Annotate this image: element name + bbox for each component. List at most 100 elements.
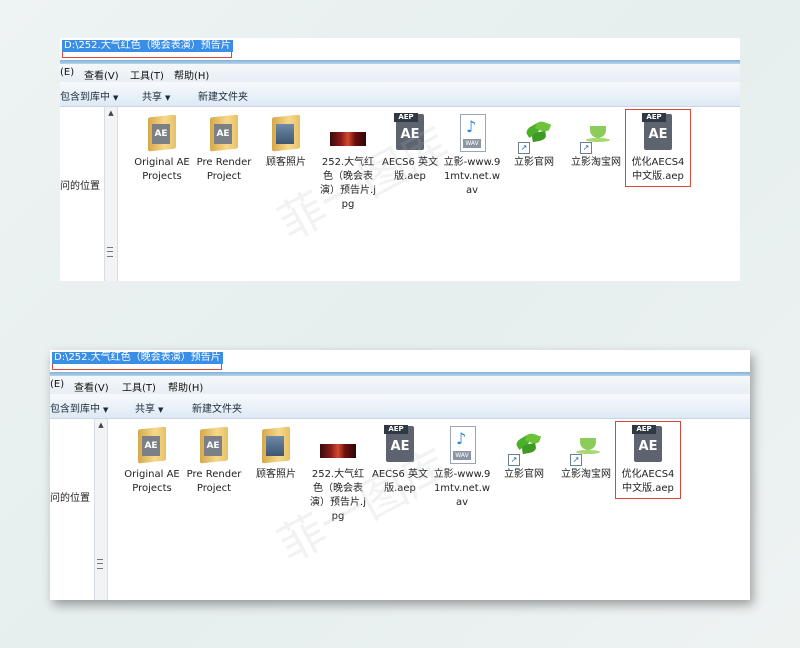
new-folder-button[interactable]: 新建文件夹 xyxy=(192,400,242,415)
file-icon-wrapper: AEP AE xyxy=(628,424,668,466)
aep-ae-text: AE xyxy=(400,127,420,142)
jpg-thumbnail-icon xyxy=(330,132,366,146)
ae-badge-icon: AE xyxy=(142,436,160,456)
explorer-window-top: D:\252.大气红色（晚会表演）预告片 (E) 查看(V) 工具(T) 帮助(… xyxy=(60,38,740,281)
file-name: 优化AECS4 中文版.aep xyxy=(621,469,675,494)
jpg-thumbnail-icon xyxy=(320,444,356,458)
nav-item-location[interactable]: 问的位置 xyxy=(60,177,100,192)
shortcut-arrow-icon: ↗ xyxy=(508,454,520,466)
menu-item-help[interactable]: 帮助(H) xyxy=(174,67,209,82)
file-item[interactable]: ↗ 立影淘宝网 xyxy=(556,424,616,482)
aep-tag: AEP xyxy=(384,425,408,434)
chevron-down-icon: ▼ xyxy=(165,94,171,102)
menu-item-view[interactable]: 查看(V) xyxy=(84,67,119,82)
share-label: 共享 xyxy=(142,92,162,103)
file-icon-wrapper: ↗ xyxy=(576,112,616,154)
toolbar: 包含到库中 ▼ 共享 ▼ 新建文件夹 xyxy=(50,394,750,419)
aep-ae-text: AE xyxy=(638,439,658,454)
file-name: 立影淘宝网 xyxy=(561,469,611,480)
file-item[interactable]: AE Original AE Projects xyxy=(132,112,192,184)
file-item[interactable]: AEP AE 优化AECS4 中文版.aep xyxy=(615,421,681,499)
chevron-down-icon: ▼ xyxy=(103,406,109,414)
file-item[interactable]: ♪ WAV 立影-www.91mtv.net.wav xyxy=(432,424,492,510)
file-item[interactable]: 顾客照片 xyxy=(256,112,316,170)
aep-tag: AEP xyxy=(642,113,666,122)
address-path[interactable]: D:\252.大气红色（晚会表演）预告片 xyxy=(62,40,233,52)
nav-item-location[interactable]: 问的位置 xyxy=(50,489,90,504)
file-item[interactable]: AE Pre Render Project xyxy=(184,424,244,496)
file-item[interactable]: AEP AE AECS6 英文版.aep xyxy=(380,112,440,184)
file-name: 立影-www.91mtv.net.wav xyxy=(433,469,491,508)
music-note-icon: ♪ xyxy=(456,429,467,448)
leaf-icon xyxy=(514,430,542,456)
scroll-grip-icon[interactable] xyxy=(107,247,113,257)
file-icon-wrapper: AEP AE xyxy=(638,112,678,154)
file-name: 252.大气红色（晚会表演）预告片.jpg xyxy=(320,157,376,210)
file-name: 立影淘宝网 xyxy=(571,157,621,168)
file-name: 立影-www.91mtv.net.wav xyxy=(443,157,501,196)
leaf-icon xyxy=(524,118,552,144)
file-item[interactable]: ↗ 立影官网 xyxy=(494,424,554,482)
aep-file-icon: AEP AE xyxy=(642,113,672,150)
address-bar[interactable]: D:\252.大气红色（晚会表演）预告片 xyxy=(60,38,740,60)
menu-item-tools[interactable]: 工具(T) xyxy=(130,67,164,82)
new-folder-button[interactable]: 新建文件夹 xyxy=(198,88,248,103)
scroll-up-icon[interactable]: ▲ xyxy=(95,421,107,429)
ae-badge-icon: AE xyxy=(204,436,222,456)
aep-ae-text: AE xyxy=(390,439,410,454)
file-list: AE Original AE Projects AE Pre Render Proje… xyxy=(132,109,740,281)
menu-item-tools[interactable]: 工具(T) xyxy=(122,379,156,394)
file-name: Pre Render Project xyxy=(196,157,252,182)
file-item[interactable]: 252.大气红色（晚会表演）预告片.jpg xyxy=(308,424,368,524)
file-item[interactable]: AEP AE 优化AECS4 中文版.aep xyxy=(625,109,691,187)
file-item[interactable]: 252.大气红色（晚会表演）预告片.jpg xyxy=(318,112,378,212)
shortcut-arrow-icon: ↗ xyxy=(580,142,592,154)
share-button[interactable]: 共享 ▼ xyxy=(135,400,163,415)
file-name: AECS6 英文版.aep xyxy=(381,157,439,182)
photo-icon xyxy=(276,124,294,144)
photo-icon xyxy=(266,436,284,456)
tea-cup-icon xyxy=(586,120,612,144)
aep-tag: AEP xyxy=(394,113,418,122)
file-item[interactable]: 顾客照片 xyxy=(246,424,306,482)
file-icon-wrapper: ♪ WAV xyxy=(442,424,482,466)
ae-badge-icon: AE xyxy=(214,124,232,144)
chevron-down-icon: ▼ xyxy=(113,94,119,102)
shortcut-arrow-icon: ↗ xyxy=(518,142,530,154)
file-name: 252.大气红色（晚会表演）预告片.jpg xyxy=(310,469,366,522)
explorer-window-bottom: D:\252.大气红色（晚会表演）预告片 (E) 查看(V) 工具(T) 帮助(… xyxy=(50,350,750,600)
file-item[interactable]: ♪ WAV 立影-www.91mtv.net.wav xyxy=(442,112,502,198)
tea-cup-icon xyxy=(576,432,602,456)
ae-badge-icon: AE xyxy=(152,124,170,144)
menu-item-view[interactable]: 查看(V) xyxy=(74,379,109,394)
file-item[interactable]: AE Original AE Projects xyxy=(122,424,182,496)
include-library-button[interactable]: 包含到库中 ▼ xyxy=(50,400,108,415)
menu-item-edit[interactable]: (E) xyxy=(60,67,74,78)
file-item[interactable]: ↗ 立影淘宝网 xyxy=(566,112,626,170)
file-name: 顾客照片 xyxy=(266,157,306,168)
share-label: 共享 xyxy=(135,404,155,415)
nav-scrollbar[interactable]: ▲ xyxy=(104,107,118,281)
address-bar[interactable]: D:\252.大气红色（晚会表演）预告片 xyxy=(50,350,750,372)
share-button[interactable]: 共享 ▼ xyxy=(142,88,170,103)
menu-item-edit[interactable]: (E) xyxy=(50,379,64,390)
file-name: Original AE Projects xyxy=(124,469,180,494)
shortcut-arrow-icon: ↗ xyxy=(570,454,582,466)
file-icon-wrapper: ↗ xyxy=(566,424,606,466)
file-name: 优化AECS4 中文版.aep xyxy=(631,157,685,182)
aep-file-icon: AEP AE xyxy=(394,113,424,150)
file-item[interactable]: AE Pre Render Project xyxy=(194,112,254,184)
file-item[interactable]: ↗ 立影官网 xyxy=(504,112,564,170)
file-item[interactable]: AEP AE AECS6 英文版.aep xyxy=(370,424,430,496)
address-path[interactable]: D:\252.大气红色（晚会表演）预告片 xyxy=(52,352,223,364)
file-icon-wrapper: AEP AE xyxy=(380,424,420,466)
scroll-grip-icon[interactable] xyxy=(97,559,103,569)
file-icon-wrapper: ↗ xyxy=(504,424,544,466)
file-icon-wrapper: AEP AE xyxy=(390,112,430,154)
scroll-up-icon[interactable]: ▲ xyxy=(105,109,117,117)
nav-scrollbar[interactable]: ▲ xyxy=(94,419,108,600)
file-icon-wrapper: AE xyxy=(142,112,182,154)
include-library-label: 包含到库中 xyxy=(60,92,110,103)
include-library-button[interactable]: 包含到库中 ▼ xyxy=(60,88,118,103)
menu-item-help[interactable]: 帮助(H) xyxy=(168,379,203,394)
